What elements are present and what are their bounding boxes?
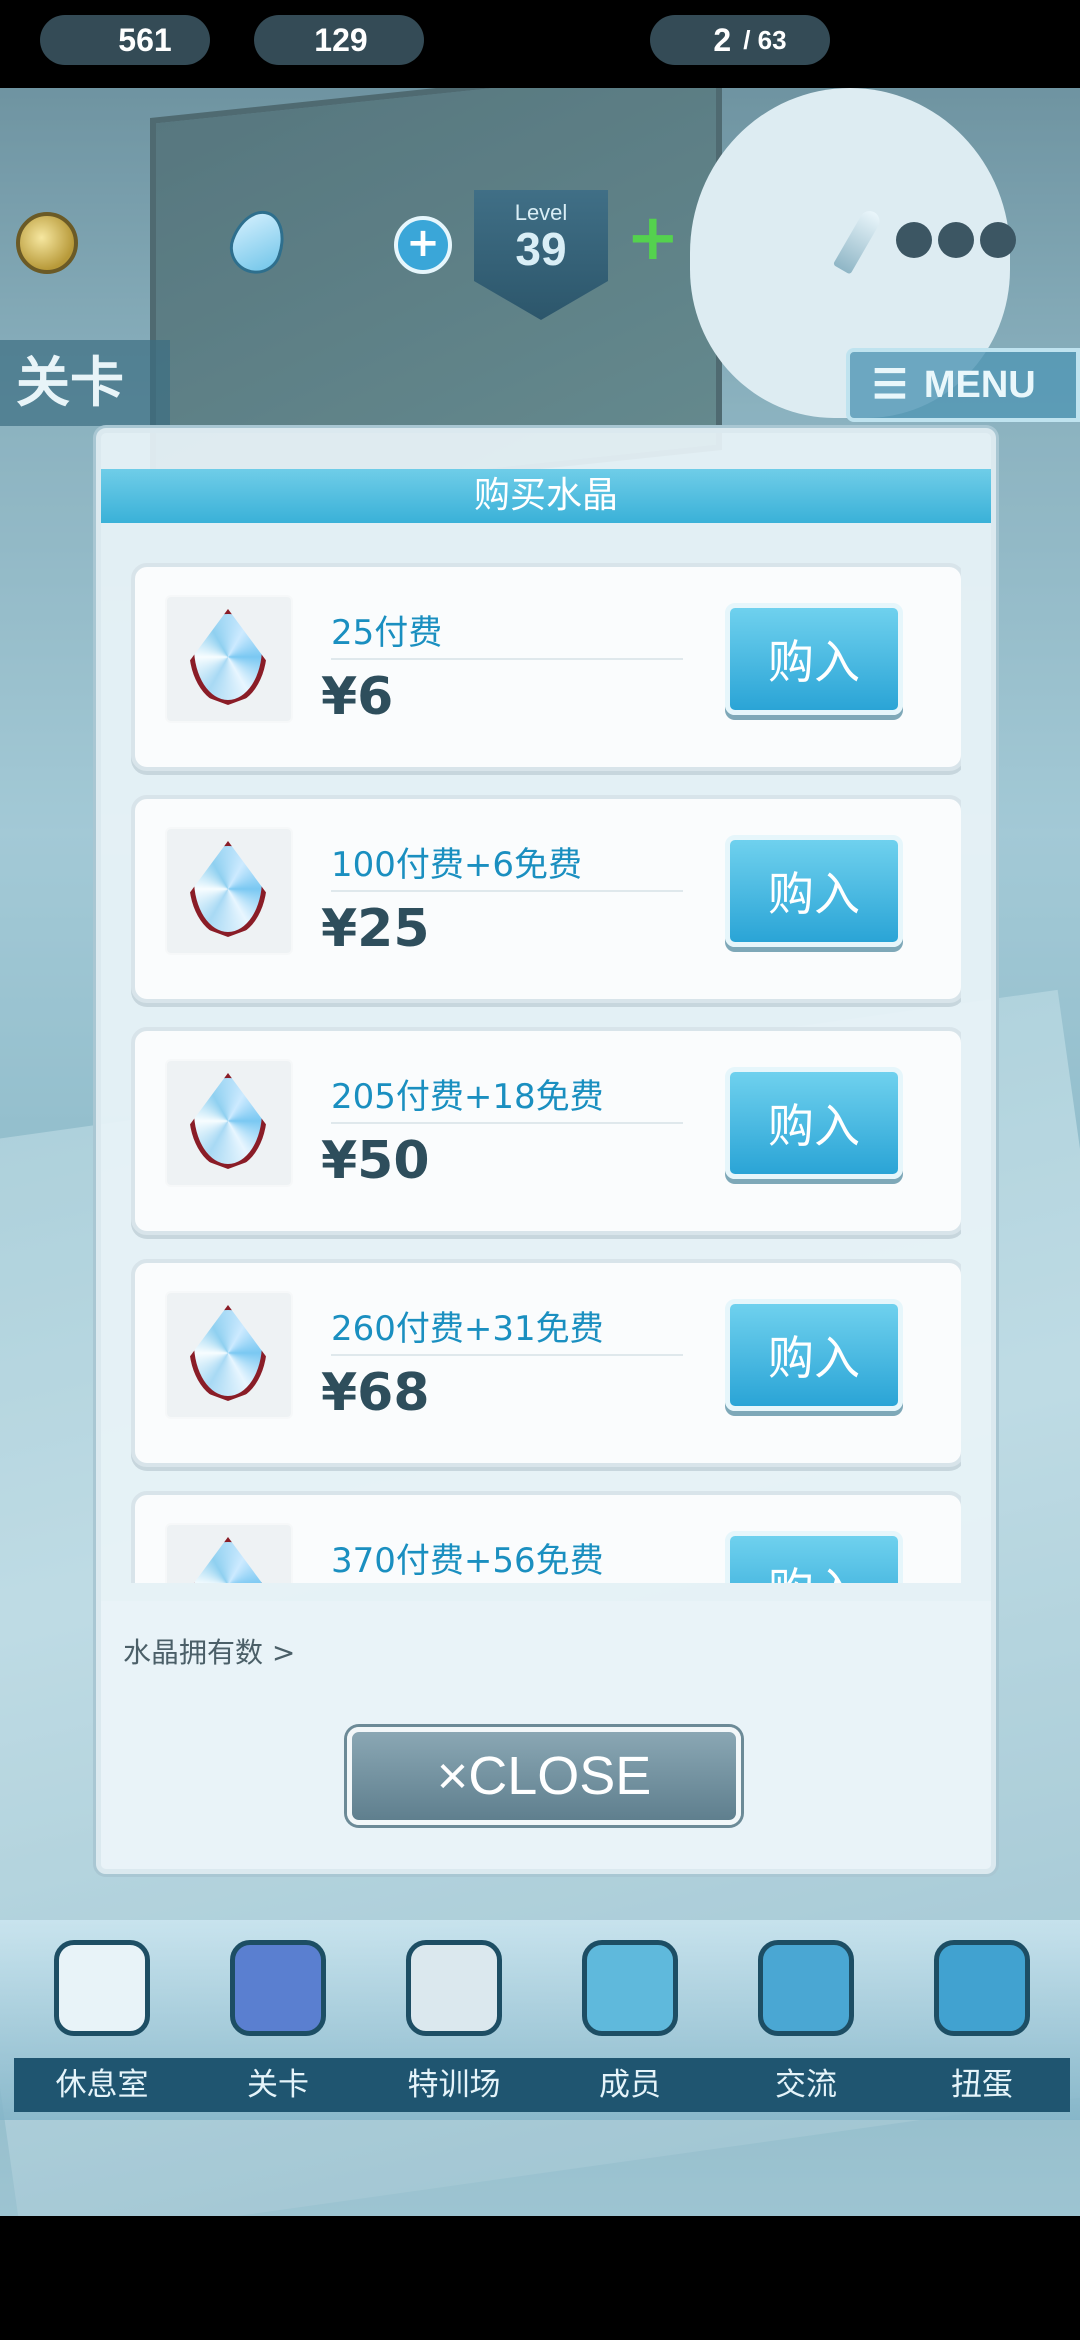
crystal-count: 129 [314,21,368,58]
purchase-crystal-dialog: 购买水晶 25付费 ¥6 购入 100付费+6免费 ¥25 购入 205付费+1… [96,428,996,1874]
product-description: 205付费+18免费 [331,1069,683,1124]
crystal-icon [189,1305,267,1401]
bottom-nav: 休息室 关卡 特训场 成员 交流 扭蛋 [0,1920,1080,2120]
close-button[interactable]: ×CLOSE [347,1727,741,1825]
nav-members[interactable]: 成员 [542,1920,718,2120]
ticket-slot [896,222,932,258]
product-price: ¥68 [321,1363,430,1423]
level-value: 39 [515,223,567,275]
product-card: 370付费+56免费 购入 [131,1491,961,1583]
coin-count: 561 [118,21,172,58]
nav-label: 特训场 [366,2058,542,2112]
stamina-counter: 2 / 63 [650,15,830,65]
product-list[interactable]: 25付费 ¥6 购入 100付费+6免费 ¥25 购入 205付费+18免费 ¥… [131,563,961,1583]
product-price: ¥25 [321,899,430,959]
ticket-slot [980,222,1016,258]
curtain-icon [934,1940,1030,2036]
ticket-slots [896,222,1016,258]
nav-training[interactable]: 特训场 [366,1920,542,2120]
nav-label: 交流 [718,2058,894,2112]
product-description: 370付费+56免费 [331,1533,683,1583]
ticket-slot [938,222,974,258]
product-description: 100付费+6免费 [331,837,683,892]
crystal-icon [189,1537,267,1583]
crystal-icon [189,1073,267,1169]
product-description: 25付费 [331,605,683,660]
menu-label: MENU [923,363,1036,406]
product-card: 205付费+18免费 ¥50 购入 [131,1027,961,1235]
nav-lounge[interactable]: 休息室 [14,1920,190,2120]
stamina-max: / 63 [743,24,787,55]
monster-icon [230,1940,326,2036]
product-card: 260付费+31免费 ¥68 购入 [131,1259,961,1467]
building-icon [54,1940,150,2036]
crystal-owned-link[interactable]: 水晶拥有数 > [123,1631,295,1671]
member-icon [582,1940,678,2036]
crystal-thumbnail [165,1291,293,1419]
buy-button[interactable]: 购入 [725,1531,903,1583]
nav-gacha[interactable]: 扭蛋 [894,1920,1070,2120]
nav-social[interactable]: 交流 [718,1920,894,2120]
crossed-swords-icon [406,1940,502,2036]
stamina-current: 2 [713,21,732,58]
nav-label: 关卡 [190,2058,366,2112]
crystal-thumbnail [165,827,293,955]
product-description: 260付费+31免费 [331,1301,683,1356]
crystal-counter: 129 [254,15,424,65]
nav-label: 扭蛋 [894,2058,1070,2112]
buy-button[interactable]: 购入 [725,603,903,715]
coin-icon [16,212,78,274]
coat-icon [758,1940,854,2036]
add-crystal-button[interactable]: + [394,216,452,274]
dialog-title: 购买水晶 [101,469,991,523]
crystal-icon [189,609,267,705]
product-card: 25付费 ¥6 购入 [131,563,961,771]
crystal-icon [189,841,267,937]
coin-counter: 561 [40,15,210,65]
menu-icon: ☰ [872,363,908,407]
nav-label: 休息室 [14,2058,190,2112]
product-card: 100付费+6免费 ¥25 购入 [131,795,961,1003]
menu-button[interactable]: ☰ MENU [846,348,1080,422]
nav-label: 成员 [542,2058,718,2112]
crystal-thumbnail [165,595,293,723]
product-price: ¥6 [321,667,394,727]
nav-stage[interactable]: 关卡 [190,1920,366,2120]
buy-button[interactable]: 购入 [725,835,903,947]
buy-button[interactable]: 购入 [725,1067,903,1179]
crystal-thumbnail [165,1059,293,1187]
crystal-thumbnail [165,1523,293,1583]
buy-button[interactable]: 购入 [725,1299,903,1411]
stage-title: 关卡 [0,340,170,426]
product-price: ¥50 [321,1131,430,1191]
stamina-plus-icon: + [626,201,680,275]
dialog-footer: 水晶拥有数 > ×CLOSE [101,1601,991,1869]
